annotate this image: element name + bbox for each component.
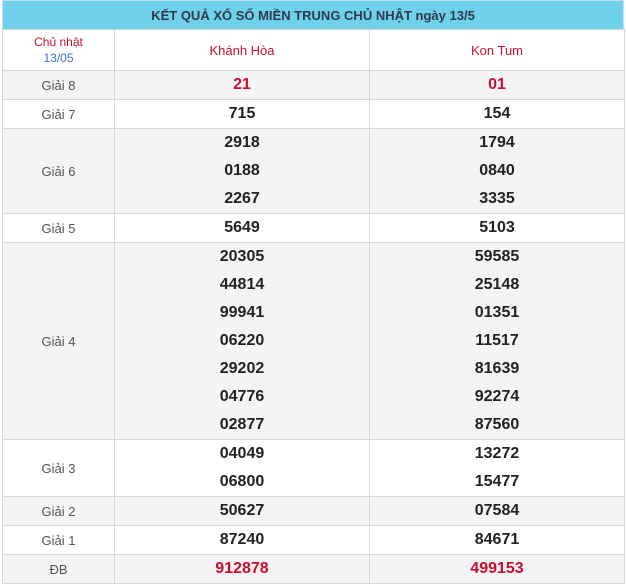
prize-number: 87240 [114, 525, 370, 555]
prize-number: 06220 [219, 332, 265, 349]
prize-numbers: 04049 06800 [114, 439, 370, 497]
prize-number: 81639 [474, 360, 520, 377]
prize-label: Giải 2 [2, 496, 115, 526]
prize-label: Giải 6 [2, 128, 115, 214]
prize-label: Giải 5 [2, 213, 115, 243]
prize-number: 2267 [224, 190, 260, 207]
prize-number: 59585 [474, 248, 520, 265]
prize-numbers: 59585 25148 01351 11517 81639 92274 8756… [369, 242, 625, 440]
prize-number-special: 912878 [114, 554, 370, 584]
prize-number: 04776 [219, 388, 265, 405]
prize-row-g7: Giải 7 715 154 [2, 99, 625, 129]
prize-row-g3: Giải 3 04049 06800 13272 15477 [2, 439, 625, 497]
prize-numbers: 20305 44814 99941 06220 29202 04776 0287… [114, 242, 370, 440]
prize-number: 02877 [219, 416, 265, 433]
prize-label: Giải 7 [2, 99, 115, 129]
prize-number: 154 [369, 99, 625, 129]
prize-number: 06800 [219, 473, 265, 490]
draw-day-cell: Chủ nhật 13/05 [2, 29, 115, 71]
prize-number: 07584 [369, 496, 625, 526]
prize-numbers: 13272 15477 [369, 439, 625, 497]
prize-number: 15477 [474, 473, 520, 490]
prize-number: 2918 [224, 134, 260, 151]
prize-number: 01 [369, 70, 625, 100]
prize-row-g5: Giải 5 5649 5103 [2, 213, 625, 243]
prize-number: 29202 [219, 360, 265, 377]
prize-number: 715 [114, 99, 370, 129]
prize-number: 25148 [474, 276, 520, 293]
results-panel: KẾT QUẢ XỔ SỐ MIỀN TRUNG CHỦ NHẬT ngày 1… [2, 0, 625, 584]
page-title: KẾT QUẢ XỔ SỐ MIỀN TRUNG CHỦ NHẬT ngày 1… [2, 0, 624, 29]
prize-label: Giải 1 [2, 525, 115, 555]
prize-number: 1794 [479, 134, 515, 151]
prize-row-g4: Giải 4 20305 44814 99941 06220 29202 047… [2, 242, 625, 440]
province-kon-tum[interactable]: Kon Tum [369, 29, 625, 71]
results-table: Chủ nhật 13/05 Khánh Hòa Kon Tum Giải 8 … [2, 29, 625, 584]
prize-row-g2: Giải 2 50627 07584 [2, 496, 625, 526]
prize-number: 21 [114, 70, 370, 100]
prize-label: Giải 8 [2, 70, 115, 100]
prize-number: 44814 [219, 276, 265, 293]
prize-label: Giải 4 [2, 242, 115, 440]
prize-row-g8: Giải 8 21 01 [2, 70, 625, 100]
prize-number: 13272 [474, 445, 520, 462]
prize-number: 01351 [474, 304, 520, 321]
prize-number: 0840 [479, 162, 515, 179]
prize-row-g6: Giải 6 2918 0188 2267 1794 0840 3335 [2, 128, 625, 214]
prize-number: 87560 [474, 416, 520, 433]
prize-number: 04049 [219, 445, 265, 462]
prize-row-g1: Giải 1 87240 84671 [2, 525, 625, 555]
prize-number: 0188 [224, 162, 260, 179]
draw-day: Chủ nhật [34, 35, 83, 49]
prize-number: 92274 [474, 388, 520, 405]
prize-number: 3335 [479, 190, 515, 207]
prize-number: 50627 [114, 496, 370, 526]
prize-label: ĐB [2, 554, 115, 584]
prize-number: 84671 [369, 525, 625, 555]
prize-number: 5649 [114, 213, 370, 243]
prize-row-special: ĐB 912878 499153 [2, 554, 625, 584]
prize-numbers: 1794 0840 3335 [369, 128, 625, 214]
prize-number-special: 499153 [369, 554, 625, 584]
draw-date: 13/05 [43, 51, 74, 65]
prize-numbers: 2918 0188 2267 [114, 128, 370, 214]
prize-number: 5103 [369, 213, 625, 243]
prize-number: 99941 [219, 304, 265, 321]
prize-label: Giải 3 [2, 439, 115, 497]
prize-number: 20305 [219, 248, 265, 265]
province-khanh-hoa[interactable]: Khánh Hòa [114, 29, 370, 71]
header-row: Chủ nhật 13/05 Khánh Hòa Kon Tum [2, 29, 625, 71]
prize-number: 11517 [475, 332, 519, 349]
